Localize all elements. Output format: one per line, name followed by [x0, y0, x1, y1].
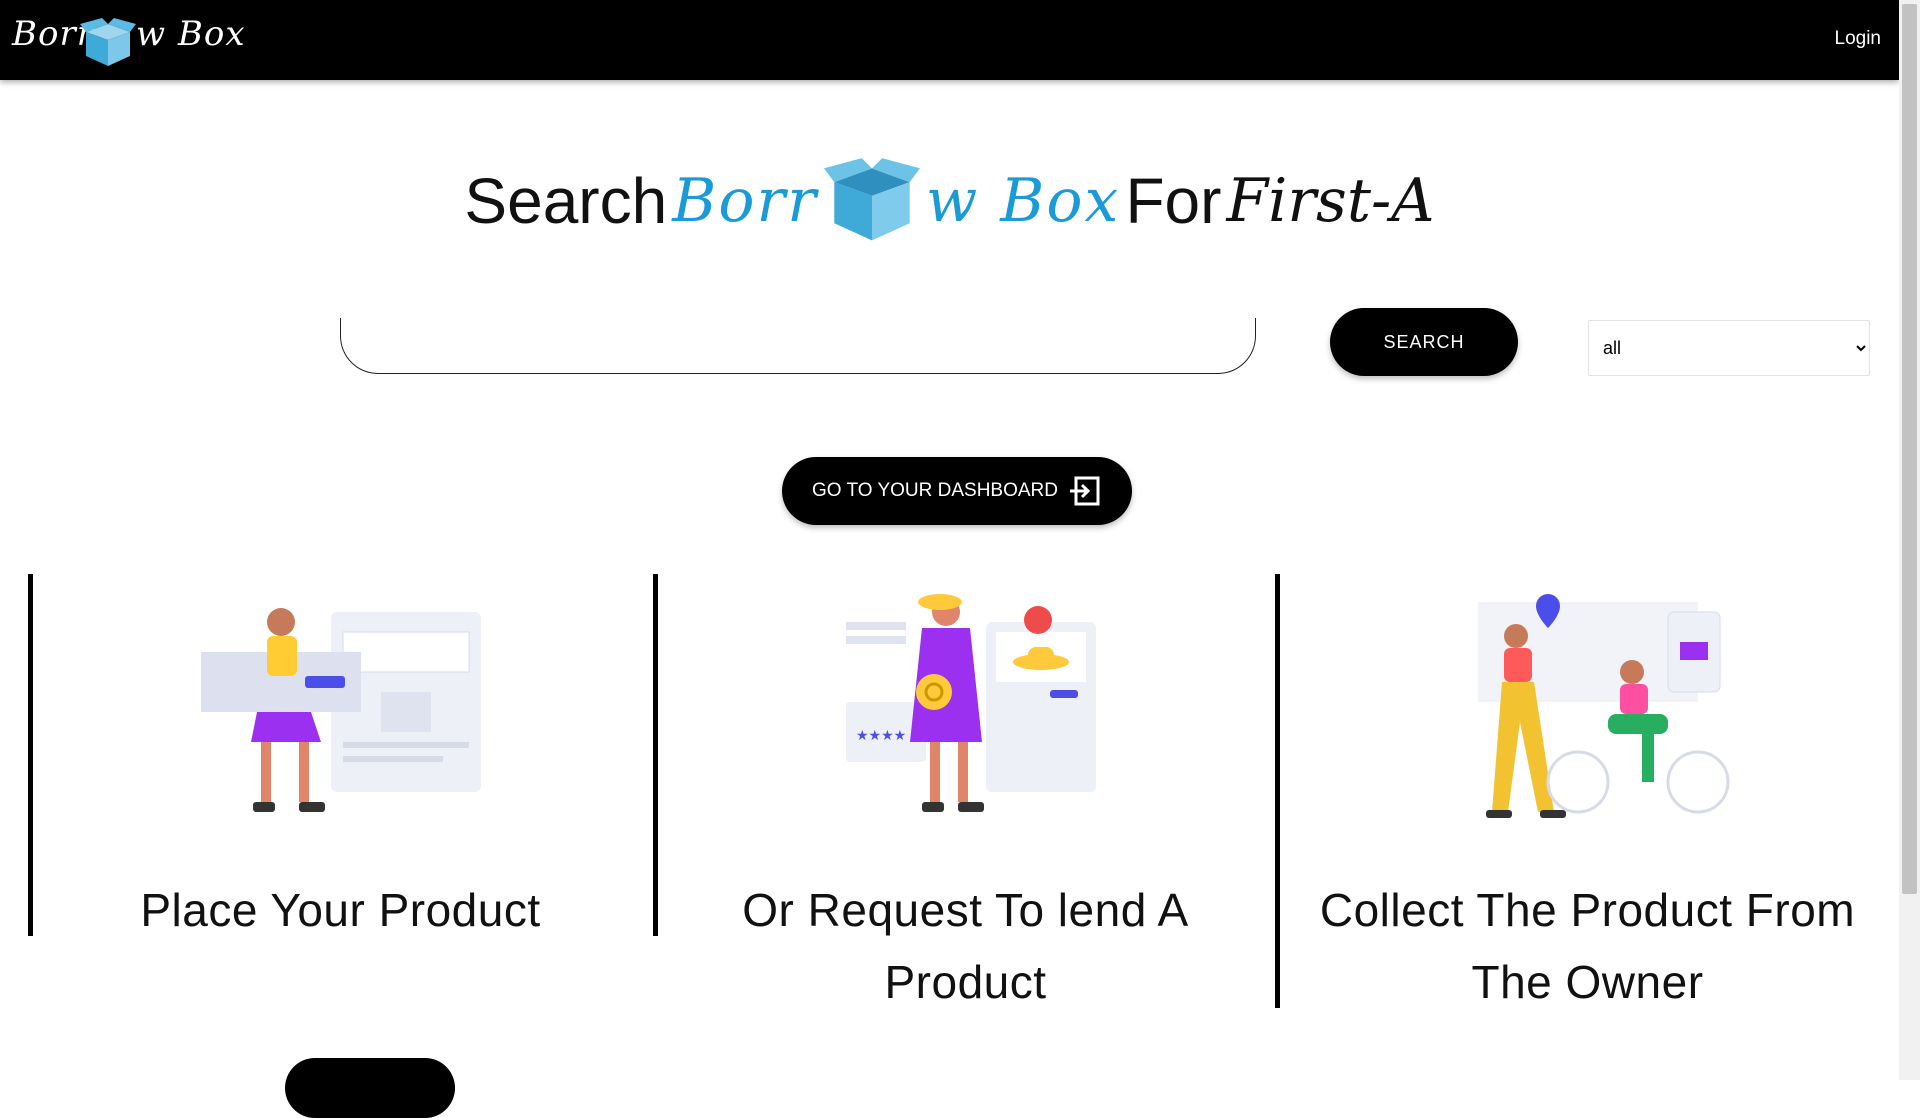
- open-box-icon[interactable]: [80, 18, 136, 68]
- collect-product-illustration: [1477, 594, 1729, 818]
- category-select[interactable]: all: [1588, 320, 1870, 376]
- search-input[interactable]: [340, 318, 1256, 374]
- hero-word-first: First-A: [1226, 166, 1435, 236]
- more-button[interactable]: [285, 1058, 455, 1118]
- dashboard-button[interactable]: GO TO YOUR DASHBOARD: [782, 457, 1132, 525]
- logo-text-right[interactable]: w Box: [136, 14, 246, 54]
- scrollbar[interactable]: [1899, 0, 1920, 1080]
- hero-brand-right: w Box: [925, 166, 1121, 236]
- hero-brand-left: Borr: [672, 166, 818, 236]
- hero-word-for: For: [1125, 165, 1222, 237]
- request-product-illustration: ★★★★: [845, 594, 1096, 812]
- step-label: Collect The Product From The Owner: [1319, 884, 1856, 1008]
- step-label: Or Request To lend A Product: [742, 884, 1189, 1008]
- navbar: Borr w Box Login: [0, 0, 1899, 80]
- open-box-icon: [823, 158, 920, 241]
- hero-title: Search Borr w Box For First-A: [0, 158, 1899, 244]
- search-button[interactable]: SEARCH: [1330, 308, 1518, 376]
- place-product-illustration: [200, 608, 481, 812]
- dashboard-button-label: GO TO YOUR DASHBOARD: [812, 480, 1058, 501]
- step-card-collect-product: Collect The Product From The Owner: [1275, 574, 1895, 1008]
- step-card-request-product: ★★★★ Or Request To lend A Product: [653, 574, 1273, 1008]
- hero-word-search: Search: [464, 165, 668, 237]
- login-link[interactable]: Login: [1835, 28, 1882, 50]
- step-label: Place Your Product: [140, 884, 541, 936]
- scrollbar-thumb[interactable]: [1902, 4, 1917, 894]
- svg-text:★★★★: ★★★★: [856, 728, 906, 744]
- step-card-place-product: Place Your Product: [28, 574, 648, 936]
- enter-dashboard-icon: [1070, 476, 1100, 506]
